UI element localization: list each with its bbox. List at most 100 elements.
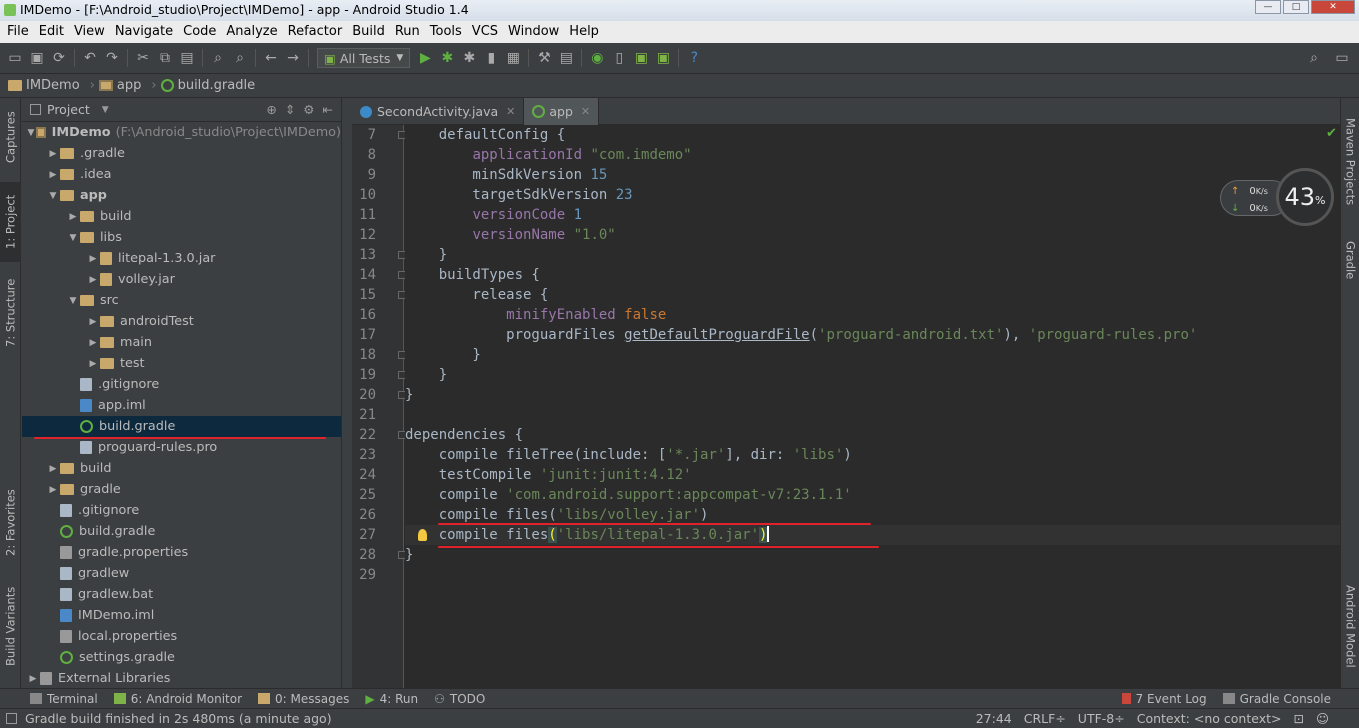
tree-item[interactable]: ▼ libs xyxy=(22,227,341,248)
menu-code[interactable]: Code xyxy=(178,21,221,43)
tree-item[interactable]: ▶ .gradle xyxy=(22,143,341,164)
menu-view[interactable]: View xyxy=(69,21,110,43)
chevron-right-icon[interactable]: ▶ xyxy=(46,149,60,159)
menu-analyze[interactable]: Analyze xyxy=(221,21,282,43)
breadcrumb-item-module[interactable]: app xyxy=(98,78,141,93)
hide-icon[interactable]: ⇤ xyxy=(323,102,333,117)
menu-build[interactable]: Build xyxy=(347,21,390,43)
close-tab-icon[interactable]: ✕ xyxy=(581,105,590,118)
chevron-right-icon[interactable]: ▶ xyxy=(46,464,60,474)
code-editor[interactable]: defaultConfig { applicationId "com.imdem… xyxy=(405,125,1340,688)
file-encoding[interactable]: UTF-8÷ xyxy=(1078,711,1125,726)
tool-todo[interactable]: ⚇ TODO xyxy=(426,689,493,709)
close-button[interactable]: ✕ xyxy=(1311,0,1355,14)
tree-item[interactable]: ▼ src xyxy=(22,290,341,311)
menu-vcs[interactable]: VCS xyxy=(467,21,503,43)
tree-item[interactable]: ▶gradlew.bat xyxy=(22,584,341,605)
tree-item[interactable]: ▶ androidTest xyxy=(22,311,341,332)
tree-item[interactable]: ▶ test xyxy=(22,353,341,374)
android-device-icon[interactable]: ▣ xyxy=(630,47,652,69)
tool-terminal[interactable]: Terminal xyxy=(0,689,106,709)
tab-gradle[interactable]: Gradle xyxy=(1341,230,1359,290)
tree-item[interactable]: ▶ litepal-1.3.0.jar xyxy=(22,248,341,269)
tree-item[interactable]: ▶ build xyxy=(22,458,341,479)
tree-item[interactable]: ▶ volley.jar xyxy=(22,269,341,290)
chevron-right-icon[interactable]: ▶ xyxy=(86,275,100,285)
tool-run[interactable]: ▶ 4: Run xyxy=(357,689,426,709)
android-monitor-icon[interactable]: ▣ xyxy=(652,47,674,69)
inspector-icon[interactable]: ☺ xyxy=(1316,711,1329,726)
chevron-right-icon[interactable]: ▶ xyxy=(26,674,40,684)
menu-refactor[interactable]: Refactor xyxy=(283,21,348,43)
menu-tools[interactable]: Tools xyxy=(425,21,467,43)
maximize-button[interactable]: □ xyxy=(1283,0,1309,14)
tree-item[interactable]: ▶build.gradle xyxy=(22,521,341,542)
editor-tab[interactable]: SecondActivity.java ✕ xyxy=(352,98,525,125)
tree-item[interactable]: ▶ build xyxy=(22,206,341,227)
chevron-right-icon[interactable]: ▶ xyxy=(86,359,100,369)
sync-icon[interactable]: ⟳ xyxy=(48,47,70,69)
editor-tab[interactable]: app ✕ xyxy=(524,98,600,125)
expand-toggle[interactable]: ▼ xyxy=(26,128,36,138)
tree-item[interactable]: ▶proguard-rules.pro xyxy=(22,437,341,458)
tree-item[interactable]: ▶ main xyxy=(22,332,341,353)
tool-messages[interactable]: 0: Messages xyxy=(250,689,357,709)
tree-item[interactable]: ▶app.iml xyxy=(22,395,341,416)
chevron-down-icon[interactable]: ▼ xyxy=(102,105,109,115)
forward-icon[interactable]: → xyxy=(282,47,304,69)
gear-icon[interactable]: ⚙ xyxy=(303,102,314,117)
tree-item[interactable]: ▶.gitignore xyxy=(22,500,341,521)
menu-run[interactable]: Run xyxy=(390,21,425,43)
tree-item[interactable]: ▶IMDemo.iml xyxy=(22,605,341,626)
line-separator[interactable]: CRLF÷ xyxy=(1024,711,1066,726)
tab-favorites[interactable]: 2: Favorites xyxy=(0,478,21,568)
tree-item[interactable]: ▶ External Libraries xyxy=(22,668,341,688)
tool-event-log[interactable]: 7 Event Log xyxy=(1114,689,1215,709)
debug-icon[interactable]: ✱ xyxy=(436,47,458,69)
chevron-down-icon[interactable]: ▼ xyxy=(66,233,80,243)
tab-project[interactable]: 1: Project xyxy=(0,182,21,262)
coverage-icon[interactable]: ✱ xyxy=(458,47,480,69)
tool-windows-toggle-icon[interactable] xyxy=(6,713,17,724)
chevron-right-icon[interactable]: ▶ xyxy=(66,212,80,222)
redo-icon[interactable]: ↷ xyxy=(101,47,123,69)
breadcrumb-item-file[interactable]: build.gradle xyxy=(160,78,255,93)
breadcrumb-item-project[interactable]: IMDemo xyxy=(8,78,80,93)
tree-item[interactable]: ▶gradlew xyxy=(22,563,341,584)
copy-icon[interactable]: ⧉ xyxy=(154,47,176,69)
open-folder-icon[interactable]: ▭ xyxy=(4,47,26,69)
chevron-right-icon[interactable]: ▶ xyxy=(86,254,100,264)
tree-item[interactable]: ▶local.properties xyxy=(22,626,341,647)
chevron-right-icon[interactable]: ▶ xyxy=(46,170,60,180)
close-tab-icon[interactable]: ✕ xyxy=(506,105,515,118)
tree-item[interactable]: ▼ app xyxy=(22,185,341,206)
tree-item[interactable]: ▶settings.gradle xyxy=(22,647,341,668)
sdk-manager-icon[interactable]: ▤ xyxy=(555,47,577,69)
tool-android-monitor[interactable]: 6: Android Monitor xyxy=(106,689,250,709)
tree-item[interactable]: ▶build.gradle xyxy=(22,416,341,437)
cut-icon[interactable]: ✂ xyxy=(132,47,154,69)
tree-item[interactable]: ▶ gradle xyxy=(22,479,341,500)
menu-file[interactable]: File xyxy=(2,21,34,43)
project-structure-icon[interactable]: ⚒ xyxy=(533,47,555,69)
chevron-right-icon[interactable]: ▶ xyxy=(46,485,60,495)
menu-window[interactable]: Window xyxy=(503,21,564,43)
menu-edit[interactable]: Edit xyxy=(34,21,69,43)
collapse-icon[interactable]: ⇕ xyxy=(285,102,295,117)
tree-root[interactable]: ▼ IMDemo (F:\Android_studio\Project\IMDe… xyxy=(22,122,341,143)
chevron-right-icon[interactable]: ▶ xyxy=(86,317,100,327)
tree-item[interactable]: ▶ .idea xyxy=(22,164,341,185)
caret-position[interactable]: 27:44 xyxy=(976,711,1012,726)
tab-build-variants[interactable]: Build Variants xyxy=(0,576,21,676)
run-configuration-select[interactable]: ▣ All Tests ▼ xyxy=(317,48,411,68)
project-view-selector[interactable]: Project xyxy=(47,102,90,117)
chevron-down-icon[interactable]: ▼ xyxy=(66,296,80,306)
tree-item[interactable]: ▶.gitignore xyxy=(22,374,341,395)
tab-structure[interactable]: 7: Structure xyxy=(0,268,21,358)
back-icon[interactable]: ← xyxy=(260,47,282,69)
avd-manager-icon[interactable]: ▯ xyxy=(608,47,630,69)
menu-help[interactable]: Help xyxy=(564,21,604,43)
tool-gradle-console[interactable]: Gradle Console xyxy=(1215,689,1339,709)
menu-navigate[interactable]: Navigate xyxy=(110,21,178,43)
attach-icon[interactable]: ▮ xyxy=(480,47,502,69)
